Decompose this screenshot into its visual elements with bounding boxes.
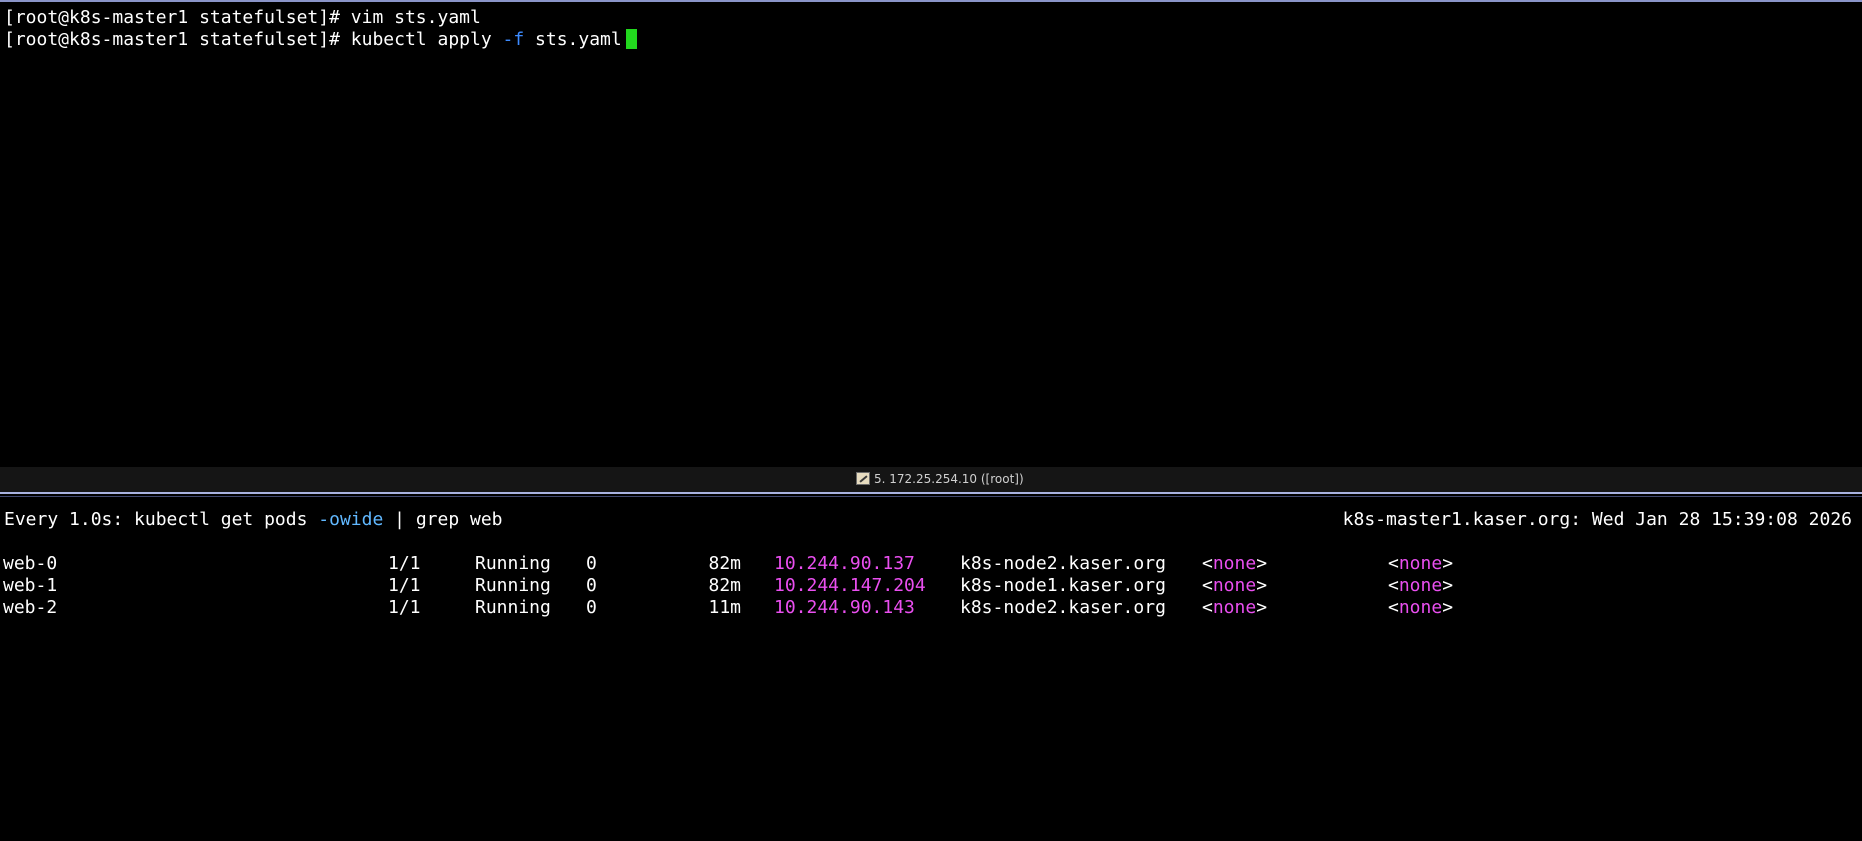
pod-nominated-node: <none> (1202, 597, 1268, 618)
pane-status-bar: 5. 172.25.254.10 ([root]) (0, 467, 1862, 492)
session-label: 5. 172.25.254.10 ([root]) (874, 472, 1024, 486)
pod-age: 11m (708, 597, 741, 618)
pod-status: Running (475, 553, 551, 574)
pod-ip: 10.244.147.204 (774, 575, 926, 596)
pod-ready: 1/1 (388, 597, 421, 618)
command-text: sts.yaml (524, 29, 622, 50)
table-row: web-0 1/1 Running 0 82m 10.244.90.137 k8s-node… (0, 553, 1862, 575)
pod-node: k8s-node1.kaser.org (960, 575, 1166, 596)
command-flag: -f (502, 29, 525, 50)
pod-age: 82m (708, 553, 741, 574)
table-row: web-1 1/1 Running 0 82m 10.244.147.204 k8s-nod… (0, 575, 1862, 597)
watch-host-time: k8s-master1.kaser.org: Wed Jan 28 15:39:… (1342, 509, 1852, 530)
pod-readiness-gates: <none> (1388, 597, 1454, 618)
pod-age: 82m (708, 575, 741, 596)
watch-suffix: | grep web (383, 509, 503, 530)
pod-node: k8s-node2.kaser.org (960, 597, 1166, 618)
command-text: kubectl apply (350, 29, 503, 50)
pod-ip: 10.244.90.137 (774, 553, 915, 574)
pod-status: Running (475, 575, 551, 596)
pod-node: k8s-node2.kaser.org (960, 553, 1166, 574)
pod-restarts: 0 (586, 597, 597, 618)
shell-prompt: [root@k8s-master1 statefulset]# (4, 29, 351, 50)
pod-nominated-node: <none> (1202, 553, 1268, 574)
pod-name: web-2 (3, 597, 58, 618)
text-cursor (625, 29, 637, 49)
terminal-pane-bottom[interactable]: Every 1.0s: kubectl get pods -owide | gr… (0, 502, 1862, 841)
pane-separator[interactable] (0, 492, 1862, 494)
pod-readiness-gates: <none> (1388, 575, 1454, 596)
pod-restarts: 0 (586, 553, 597, 574)
pod-name: web-1 (3, 575, 58, 596)
pod-ready: 1/1 (388, 575, 421, 596)
terminal-pane-top[interactable]: [root@k8s-master1 statefulset]# vim sts.… (0, 2, 1862, 467)
pod-restarts: 0 (586, 575, 597, 596)
watch-option: -owide (318, 509, 384, 530)
command-text: vim sts.yaml (350, 7, 481, 28)
pencil-icon (856, 472, 870, 485)
terminal-line-2: [root@k8s-master1 statefulset]# kubectl … (4, 29, 637, 51)
watch-header: Every 1.0s: kubectl get pods -owide | gr… (4, 509, 503, 531)
shell-prompt: [root@k8s-master1 statefulset]# (4, 7, 351, 28)
pod-ip: 10.244.90.143 (774, 597, 915, 618)
table-row: web-2 1/1 Running 0 11m 10.244.90.143 k8s-node… (0, 597, 1862, 619)
pane-separator-shadow (0, 496, 1862, 497)
pod-nominated-node: <none> (1202, 575, 1268, 596)
pod-ready: 1/1 (388, 553, 421, 574)
pod-status: Running (475, 597, 551, 618)
pod-name: web-0 (3, 553, 58, 574)
watch-prefix: Every 1.0s: kubectl get pods (4, 509, 319, 530)
terminal-line-1: [root@k8s-master1 statefulset]# vim sts.… (4, 7, 481, 29)
pod-readiness-gates: <none> (1388, 553, 1454, 574)
